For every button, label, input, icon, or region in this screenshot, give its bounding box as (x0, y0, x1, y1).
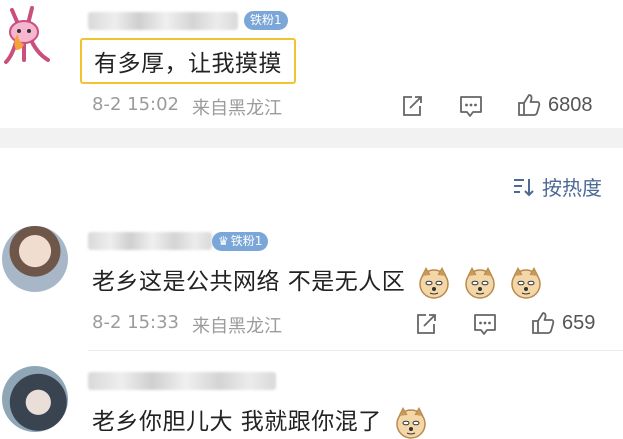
doge-emoji-icon (395, 406, 426, 439)
comment-3: 老乡你胆儿大 我就跟你混了 (0, 0, 623, 439)
comment-text-body: 老乡你胆儿大 我就跟你混了 (92, 409, 382, 435)
avatar[interactable] (2, 366, 68, 432)
username-blurred[interactable] (88, 372, 276, 390)
comment-text: 老乡你胆儿大 我就跟你混了 (92, 402, 428, 439)
